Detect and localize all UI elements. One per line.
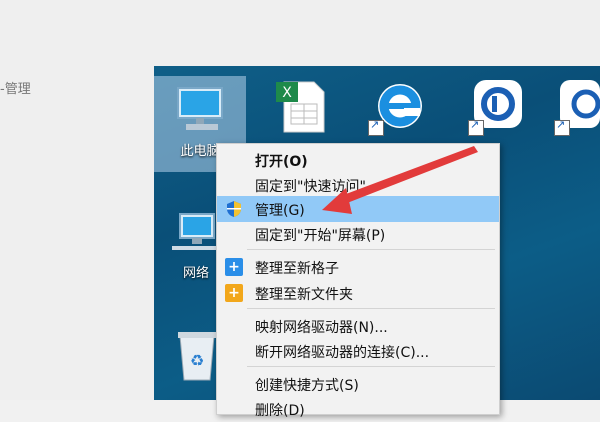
shortcut-arrow-icon — [554, 118, 570, 136]
menu-item-map-drive[interactable]: 映射网络驱动器(N)... — [217, 313, 499, 339]
browser2-desktop-icon[interactable] — [468, 76, 526, 136]
network-label: 网络 — [182, 266, 209, 281]
menu-item-open[interactable]: 打开(O) — [217, 147, 499, 173]
browser-desktop-icon[interactable] — [368, 76, 426, 136]
background-text: -管理 — [0, 82, 31, 97]
svg-text:X: X — [282, 85, 292, 101]
shortcut-arrow-icon — [468, 118, 484, 136]
this-pc-label: 此电脑 — [180, 144, 220, 159]
spreadsheet-file-icon: X — [274, 78, 330, 134]
plus-icon: + — [225, 258, 243, 276]
computer-icon — [172, 82, 228, 138]
context-menu: 打开(O) 固定到"快速访问" 管理(G) 固定到"开始"屏幕(P) + 整理至… — [216, 143, 500, 419]
menu-item-pin-start[interactable]: 固定到"开始"屏幕(P) — [217, 221, 499, 247]
partial-desktop-icon[interactable] — [554, 76, 600, 136]
plus-icon: + — [225, 284, 243, 302]
menu-separator — [247, 366, 495, 367]
menu-item-disconnect-drive[interactable]: 断开网络驱动器的连接(C)... — [217, 338, 499, 364]
menu-separator — [247, 249, 495, 250]
admin-shield-icon — [225, 200, 243, 218]
shortcut-arrow-icon — [368, 118, 384, 136]
menu-item-manage[interactable]: 管理(G) — [217, 196, 499, 222]
spreadsheet-desktop-icon[interactable]: X — [274, 78, 330, 134]
menu-separator — [247, 308, 495, 309]
menu-item-organize-grid[interactable]: + 整理至新格子 — [217, 254, 499, 280]
browser-icon — [468, 76, 526, 136]
menu-item-organize-folder[interactable]: + 整理至新文件夹 — [217, 280, 499, 306]
internet-explorer-icon — [368, 76, 426, 136]
svg-text:♻: ♻ — [190, 351, 204, 370]
menu-item-create-shortcut[interactable]: 创建快捷方式(S) — [217, 371, 499, 397]
app-icon — [554, 76, 600, 136]
menu-item-pin-quick-access[interactable]: 固定到"快速访问" — [217, 172, 499, 198]
